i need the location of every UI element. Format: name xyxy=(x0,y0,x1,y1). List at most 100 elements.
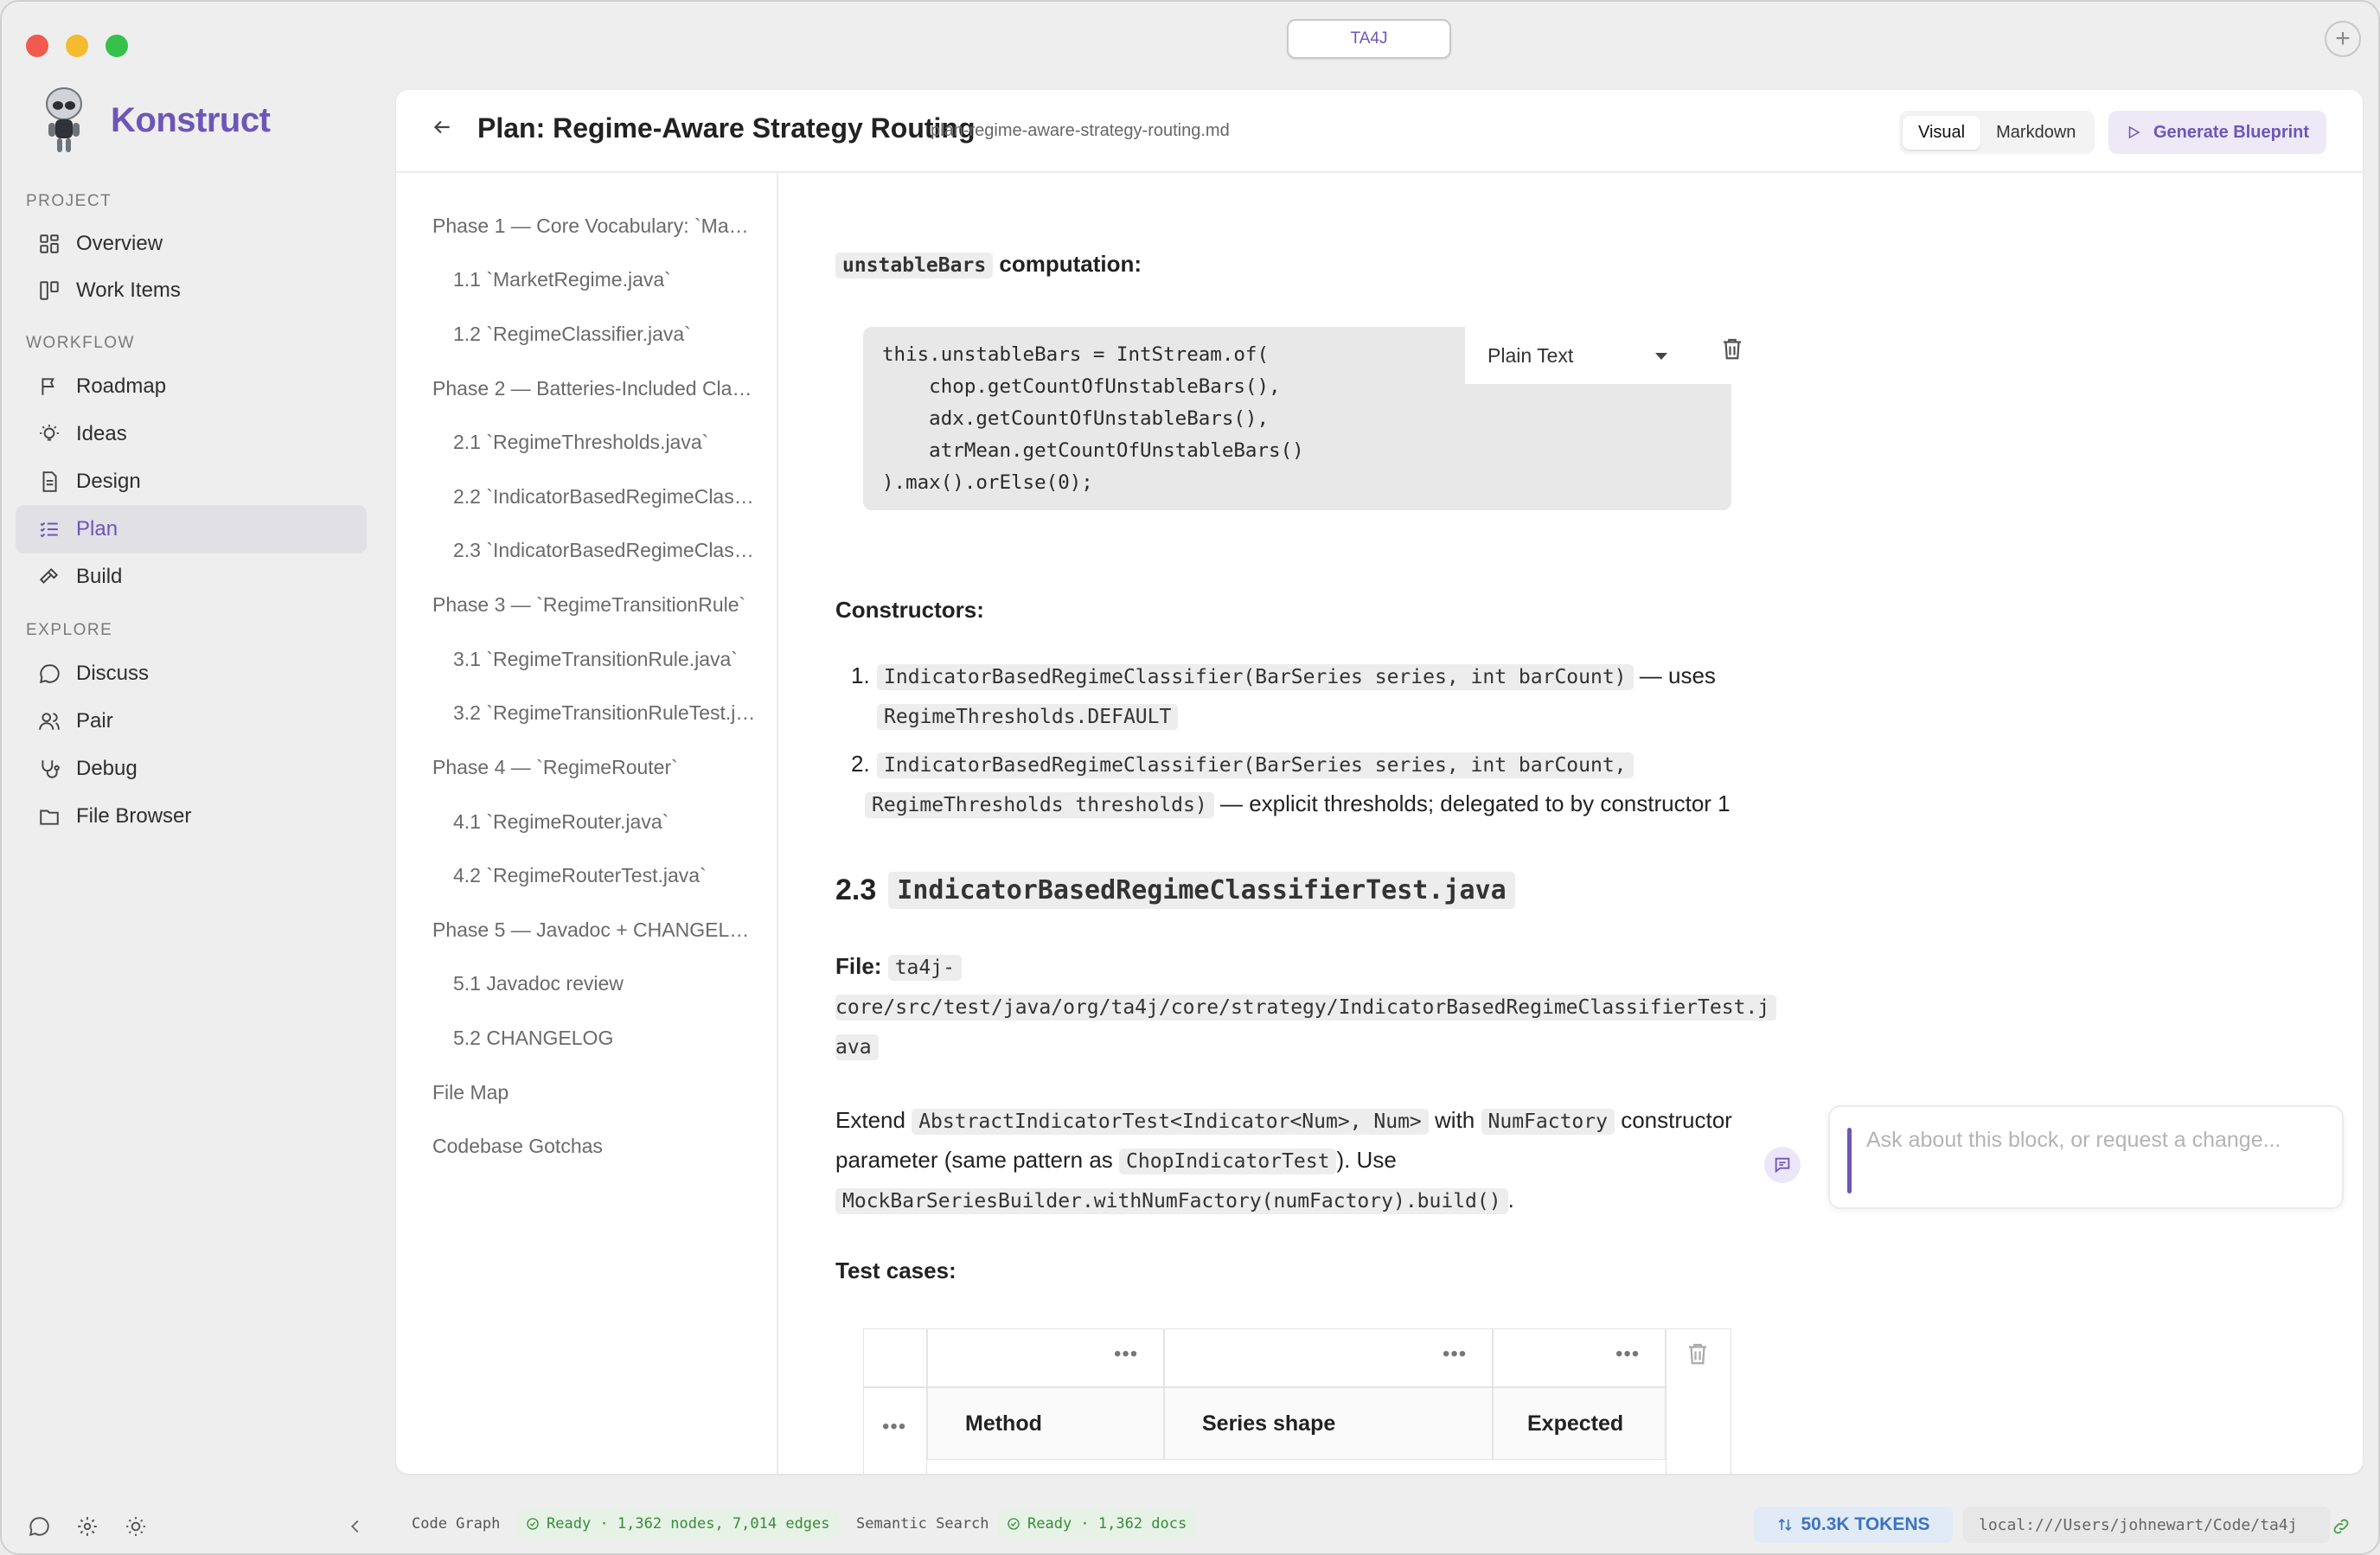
toc-item[interactable]: File Map xyxy=(432,1081,752,1104)
sidebar-item-label: File Browser xyxy=(76,804,192,828)
toc-item[interactable]: 4.2 `RegimeRouterTest.java` xyxy=(453,864,756,887)
ask-block-input[interactable] xyxy=(1866,1128,2316,1153)
tab-markdown[interactable]: Markdown xyxy=(1980,116,2091,150)
sun-icon[interactable] xyxy=(125,1515,147,1538)
grid-icon xyxy=(40,234,59,253)
file-label: File: xyxy=(835,953,882,979)
inline-code: IndicatorBasedRegimeClassifier(BarSeries… xyxy=(877,752,1634,778)
gear-icon[interactable] xyxy=(76,1515,99,1538)
text: . xyxy=(1507,1187,1514,1213)
app-window: Konstruct PROJECT Overview Work Items WO… xyxy=(0,0,2380,1555)
toc-item[interactable]: 5.1 Javadoc review xyxy=(453,972,756,995)
project-tab[interactable]: TA4J xyxy=(1287,19,1451,59)
table-header: Series shape xyxy=(1202,1411,1336,1436)
row-menu-icon[interactable]: ••• xyxy=(882,1415,906,1439)
zoom-window-button[interactable] xyxy=(106,35,128,57)
toc-item[interactable]: Phase 4 — `RegimeRouter` xyxy=(432,756,752,779)
semantic-search-label: Semantic Search xyxy=(856,1515,989,1533)
sidebar-item-debug[interactable]: Debug xyxy=(16,745,367,793)
toc-item[interactable]: 2.2 `IndicatorBasedRegimeClassifier.java… xyxy=(453,485,756,509)
toc-item[interactable]: 1.2 `RegimeClassifier.java` xyxy=(453,323,756,346)
text: Extend xyxy=(835,1107,905,1133)
back-arrow-icon[interactable] xyxy=(431,116,453,145)
toc-item[interactable]: 2.3 `IndicatorBasedRegimeClassifierTest.… xyxy=(453,539,756,562)
input-caret xyxy=(1847,1128,1852,1193)
sidebar-item-work-items[interactable]: Work Items xyxy=(16,266,367,315)
comment-icon[interactable] xyxy=(1764,1147,1801,1183)
sidebar-item-label: Design xyxy=(76,470,141,493)
trash-icon[interactable] xyxy=(1685,1341,1711,1366)
app-name: Konstruct xyxy=(111,100,271,139)
file-line: core/src/test/java/org/ta4j/core/strateg… xyxy=(835,993,1777,1021)
semantic-search-status: Ready · 1,362 docs xyxy=(998,1510,1196,1538)
column-menu-icon[interactable]: ••• xyxy=(1114,1342,1138,1366)
users-icon xyxy=(39,713,60,730)
sidebar-item-label: Work Items xyxy=(76,278,181,302)
chat-icon[interactable] xyxy=(28,1515,50,1538)
inline-code: RegimeThresholds.DEFAULT xyxy=(877,704,1179,730)
chat-bubble-icon xyxy=(39,664,60,684)
top-bar: TA4J + xyxy=(379,2,2378,81)
collapse-sidebar-icon[interactable] xyxy=(346,1517,365,1536)
toc-item[interactable]: 4.1 `RegimeRouter.java` xyxy=(453,810,756,834)
toc-item[interactable]: Phase 5 — Javadoc + CHANGELOG xyxy=(432,918,752,942)
toc-item[interactable]: 5.2 CHANGELOG xyxy=(453,1027,756,1050)
link-icon[interactable] xyxy=(2332,1517,2351,1536)
inline-code: NumFactory xyxy=(1481,1109,1615,1135)
workspace-path[interactable]: local:///Users/johnewart/Code/ta4j xyxy=(1963,1507,2330,1543)
toc-item[interactable]: 3.2 `RegimeTransitionRuleTest.java` xyxy=(453,701,756,725)
folder-icon xyxy=(40,809,59,825)
sidebar-item-label: Debug xyxy=(76,757,138,780)
column-menu-icon[interactable]: ••• xyxy=(1443,1342,1467,1366)
stethoscope-icon xyxy=(42,760,60,778)
toc-item[interactable]: 1.1 `MarketRegime.java` xyxy=(453,268,756,291)
sidebar-item-ideas[interactable]: Ideas xyxy=(16,410,367,458)
plan-filename: plan-regime-aware-strategy-routing.md xyxy=(931,121,1230,140)
play-icon xyxy=(2128,125,2140,139)
list-number: 2. xyxy=(851,751,870,777)
toc-item[interactable]: Phase 3 — `RegimeTransitionRule` xyxy=(432,593,752,617)
sidebar-item-label: Pair xyxy=(76,709,113,733)
inline-code: AbstractIndicatorTest<Indicator<Num>, Nu… xyxy=(912,1109,1429,1135)
sidebar-item-discuss[interactable]: Discuss xyxy=(16,650,367,698)
sidebar-item-design[interactable]: Design xyxy=(16,458,367,506)
language-select[interactable]: Plain Text xyxy=(1465,327,1731,384)
generate-blueprint-button[interactable]: Generate Blueprint xyxy=(2108,111,2326,154)
code-block[interactable]: this.unstableBars = IntStream.of( chop.g… xyxy=(863,327,1741,510)
list-check-icon xyxy=(40,522,58,538)
sidebar-item-roadmap[interactable]: Roadmap xyxy=(16,362,367,411)
toc-item[interactable]: Codebase Gotchas xyxy=(432,1135,752,1158)
toc-item[interactable]: Phase 2 — Batteries-Included Classifier xyxy=(432,377,752,400)
status-text: Ready · 1,362 nodes, 7,014 edges xyxy=(547,1515,830,1533)
toc-item[interactable]: 3.1 `RegimeTransitionRule.java` xyxy=(453,648,756,671)
kanban-icon xyxy=(40,281,59,300)
text: constructor xyxy=(1621,1107,1732,1133)
sidebar-item-label: Build xyxy=(76,565,123,588)
column-menu-icon[interactable]: ••• xyxy=(1615,1342,1640,1366)
sidebar-item-file-browser[interactable]: File Browser xyxy=(16,792,367,841)
ask-block-popover xyxy=(1828,1105,2344,1209)
inline-code: core/src/test/java/org/ta4j/core/strateg… xyxy=(835,995,1777,1021)
document-body: unstableBars computation: this.unstableB… xyxy=(778,173,2363,1474)
code-graph-status: Ready · 1,362 nodes, 7,014 edges xyxy=(517,1510,839,1538)
add-project-button[interactable]: + xyxy=(2325,21,2361,57)
trash-icon[interactable] xyxy=(1719,336,1745,362)
table-of-contents: Phase 1 — Core Vocabulary: `MarketRegime… xyxy=(396,173,778,1474)
sidebar-item-label: Overview xyxy=(76,232,163,255)
test-cases-heading: Test cases: xyxy=(835,1257,956,1283)
sidebar-item-pair[interactable]: Pair xyxy=(16,697,367,746)
tab-visual[interactable]: Visual xyxy=(1903,115,1981,150)
heading-code: IndicatorBasedRegimeClassifierTest.java xyxy=(888,872,1515,909)
sidebar-item-overview[interactable]: Overview xyxy=(16,220,367,268)
minimize-window-button[interactable] xyxy=(66,35,88,57)
heading-text: computation: xyxy=(993,251,1142,277)
close-window-button[interactable] xyxy=(26,35,48,57)
sidebar-item-build[interactable]: Build xyxy=(16,553,367,601)
code-graph-label: Code Graph xyxy=(412,1515,501,1533)
sidebar-item-plan[interactable]: Plan xyxy=(16,505,367,554)
toc-item[interactable]: 2.1 `RegimeThresholds.java` xyxy=(453,431,756,454)
token-count-badge[interactable]: 50.3K TOKENS xyxy=(1754,1507,1953,1543)
inline-code: MockBarSeriesBuilder.withNumFactory(numF… xyxy=(835,1188,1508,1214)
text: ). Use xyxy=(1336,1147,1397,1173)
toc-item[interactable]: Phase 1 — Core Vocabulary: `MarketRegime… xyxy=(432,214,752,238)
